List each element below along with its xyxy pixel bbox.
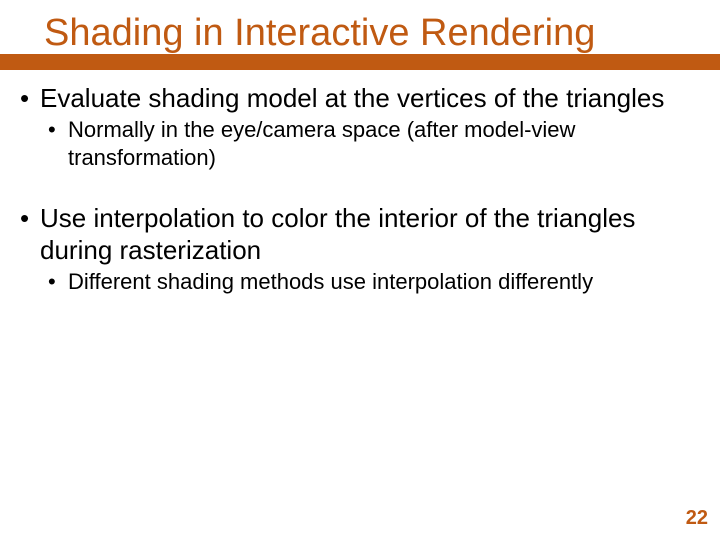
page-number: 22	[686, 507, 708, 530]
bullet-level1: • Evaluate shading model at the vertices…	[20, 82, 700, 114]
bullet-text: Use interpolation to color the interior …	[40, 202, 700, 266]
bullet-text: Evaluate shading model at the vertices o…	[40, 82, 700, 114]
bullet-text: Normally in the eye/camera space (after …	[68, 116, 700, 172]
slide-title: Shading in Interactive Rendering	[44, 10, 595, 56]
slide: Shading in Interactive Rendering • Evalu…	[0, 0, 720, 540]
accent-bar	[0, 54, 720, 70]
title-band: Shading in Interactive Rendering	[0, 10, 720, 70]
bullet-marker: •	[20, 82, 40, 114]
bullet-text: Different shading methods use interpolat…	[68, 268, 700, 296]
content-area: • Evaluate shading model at the vertices…	[20, 82, 700, 298]
bullet-level2: • Normally in the eye/camera space (afte…	[48, 116, 700, 172]
bullet-marker: •	[48, 116, 68, 172]
bullet-level2: • Different shading methods use interpol…	[48, 268, 700, 296]
bullet-marker: •	[48, 268, 68, 296]
bullet-level1: • Use interpolation to color the interio…	[20, 202, 700, 266]
spacer	[20, 174, 700, 202]
bullet-marker: •	[20, 202, 40, 266]
